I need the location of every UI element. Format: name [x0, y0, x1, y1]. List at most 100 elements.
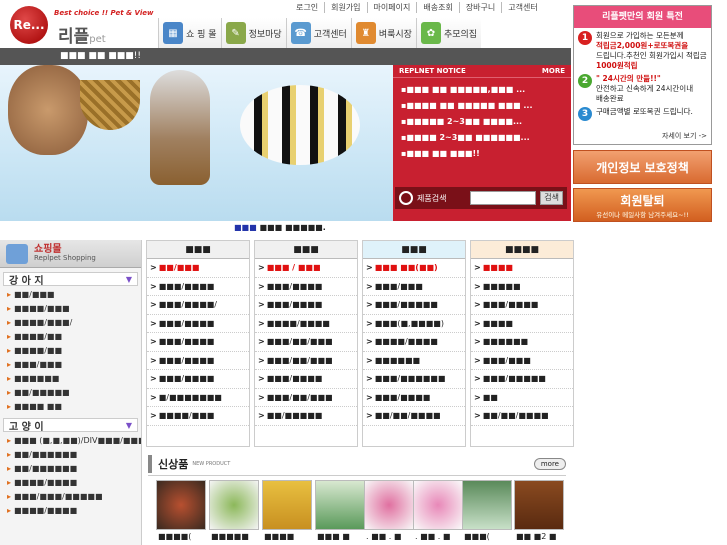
- column-item[interactable]: > ■■■/■■/■■■: [255, 389, 357, 407]
- column-item[interactable]: > ■■■/■■■■: [147, 315, 249, 333]
- column-item[interactable]: > ■■■■/■■■: [147, 407, 249, 426]
- column-item[interactable]: > ■■■ ■■(■■): [363, 259, 465, 278]
- column-item[interactable]: > ■■■/■■■■■■: [363, 370, 465, 389]
- column-item[interactable]: > ■■/■■■: [147, 259, 249, 278]
- column-item[interactable]: > ■■■■■: [471, 278, 573, 296]
- nav-memorial[interactable]: ✿ 추모의집: [415, 18, 482, 48]
- login-link[interactable]: 로그인: [290, 2, 326, 13]
- product-thumbnail[interactable]: [413, 480, 463, 530]
- signup-link[interactable]: 회원가입: [325, 2, 368, 13]
- list-item[interactable]: ■■/■■■: [0, 288, 141, 302]
- product-caption[interactable]: ■■■■(: [158, 532, 191, 541]
- column-item[interactable]: > ■■■■■■: [363, 352, 465, 370]
- search-button[interactable]: 검색: [540, 191, 563, 205]
- product-thumbnail[interactable]: [156, 480, 206, 530]
- benefit-line: 드립니다.추천인 회원가입시 적립금: [596, 51, 707, 60]
- notice-item[interactable]: ▪■■■■ ■■ ■■■■■ ■■■ ...: [401, 101, 567, 110]
- notice-item[interactable]: ▪■■■■■ 2~3■■ ■■■■...: [401, 117, 567, 126]
- column-item[interactable]: > ■■■/■■■■: [255, 278, 357, 296]
- notice-item[interactable]: ▪■■■ ■■ ■■■!!: [401, 149, 567, 158]
- nav-support[interactable]: ☎ 고객센터: [285, 18, 351, 48]
- column-item[interactable]: > ■■: [471, 389, 573, 407]
- product-caption[interactable]: ■■■■■: [211, 532, 249, 541]
- column-item[interactable]: > ■■■■: [471, 315, 573, 333]
- notice-item[interactable]: ▪■■■ ■■ ■■■■■,■■■ ...: [401, 85, 567, 94]
- column-item[interactable]: > ■■■■/■■■■: [255, 315, 357, 333]
- list-item[interactable]: ■■■ (■,■,■■)/DIV■■■/■■■■: [0, 434, 141, 448]
- list-item[interactable]: ■■/■■■■■: [0, 386, 141, 400]
- column-item[interactable]: > ■■■■■■: [471, 333, 573, 352]
- nav-market[interactable]: ♜ 벼룩시장: [350, 18, 416, 48]
- column-item[interactable]: > ■■■/■■■■: [147, 333, 249, 352]
- column-item[interactable]: > ■■■/■■/■■■: [255, 333, 357, 352]
- product-caption[interactable]: ■■■■: [264, 532, 294, 541]
- product-thumbnail[interactable]: [209, 480, 259, 530]
- column-item[interactable]: > ■/■■■■■■■: [147, 389, 249, 407]
- list-item[interactable]: ■■■■/■■■: [0, 302, 141, 316]
- product-thumbnail[interactable]: [462, 480, 512, 530]
- notice-header: REPLNET NOTICE MORE: [393, 65, 571, 78]
- site-logo[interactable]: Re...: [10, 6, 48, 44]
- list-item[interactable]: ■■■■/■■■/: [0, 316, 141, 330]
- column-item[interactable]: > ■■/■■■■■: [255, 407, 357, 426]
- sidebar-subtitle: Replpet Shopping: [34, 254, 96, 262]
- column-item[interactable]: > ■■■/■■■■: [255, 370, 357, 389]
- list-item[interactable]: ■■/■■■■■■: [0, 462, 141, 476]
- list-item[interactable]: ■■■■/■■: [0, 330, 141, 344]
- column-item[interactable]: > ■■■■: [471, 259, 573, 278]
- delivery-link[interactable]: 배송조회: [417, 2, 460, 13]
- more-button[interactable]: more: [533, 457, 566, 470]
- column-item[interactable]: > ■■■(■,■■■■): [363, 315, 465, 333]
- product-caption[interactable]: . ■■ . ■: [415, 532, 450, 541]
- brand-name[interactable]: 리플pet: [58, 22, 106, 47]
- column-item[interactable]: > ■■■/■■■■: [147, 370, 249, 389]
- category-cat[interactable]: 고 양 이 ▼: [3, 418, 138, 433]
- product-thumbnail[interactable]: [262, 480, 312, 530]
- column-item[interactable]: > ■■■/■■■■/: [147, 296, 249, 315]
- column-item[interactable]: > ■■■/■■■■: [471, 296, 573, 315]
- list-item[interactable]: ■■■■■■: [0, 372, 141, 386]
- column-item[interactable]: > ■■■/■■■: [363, 278, 465, 296]
- column-item[interactable]: > ■■■/■■■: [471, 352, 573, 370]
- product-thumbnail[interactable]: [514, 480, 564, 530]
- column-item[interactable]: > ■■■/■■■■: [363, 389, 465, 407]
- column-item[interactable]: > ■■■/■■■■■: [363, 296, 465, 315]
- product-caption[interactable]: ■■■ ■: [317, 532, 350, 541]
- withdraw-membership-banner[interactable]: 회원탈퇴 유선이나 메일사항 남겨주세요~!!: [573, 188, 712, 222]
- mypage-link[interactable]: 마이페이지: [368, 2, 418, 13]
- list-item[interactable]: ■■■■/■■■■: [0, 504, 141, 518]
- product-caption[interactable]: ■■ ■2 ■: [516, 532, 556, 541]
- column-item[interactable]: > ■■■/■■■■■: [471, 370, 573, 389]
- product-thumbnail[interactable]: [364, 480, 414, 530]
- list-item[interactable]: ■■■■ ■■: [0, 400, 141, 414]
- column-item[interactable]: > ■■■/■■■■: [147, 278, 249, 296]
- support-link[interactable]: 고객센터: [502, 2, 543, 13]
- column-item-text: ■■■■: [482, 318, 513, 328]
- product-thumbnail[interactable]: [315, 480, 365, 530]
- column-item[interactable]: > ■■/■■/■■■■: [471, 407, 573, 426]
- category-dog[interactable]: 강 아 지 ▼: [3, 272, 138, 287]
- list-item[interactable]: ■■/■■■■■■: [0, 448, 141, 462]
- column-item[interactable]: > ■■/■■/■■■■: [363, 407, 465, 426]
- product-caption[interactable]: ■■■(: [464, 532, 490, 541]
- list-item[interactable]: ■■■/■■■: [0, 358, 141, 372]
- column-item[interactable]: > ■■■ / ■■■: [255, 259, 357, 278]
- notice-item[interactable]: ▪■■■■ 2~3■■ ■■■■■■...: [401, 133, 567, 142]
- column-item[interactable]: > ■■■/■■/■■■: [255, 352, 357, 370]
- privacy-policy-banner[interactable]: 개인정보 보호정책: [573, 150, 712, 184]
- column-item[interactable]: > ■■■■/■■■■: [363, 333, 465, 352]
- column-item[interactable]: > ■■■/■■■■: [255, 296, 357, 315]
- nav-info[interactable]: ✎ 정보마당: [220, 18, 286, 48]
- search-input[interactable]: [470, 191, 537, 205]
- list-item[interactable]: ■■■■/■■■■: [0, 476, 141, 490]
- product-caption[interactable]: . ■■ . ■: [366, 532, 401, 541]
- list-item[interactable]: ■■■■/■■: [0, 344, 141, 358]
- nav-shop[interactable]: ▦ 쇼 핑 몰: [158, 18, 221, 48]
- cart-link[interactable]: 장바구니: [460, 2, 503, 13]
- list-item[interactable]: ■■■/■■■/■■■■■: [0, 490, 141, 504]
- column-item-text: ■■■ / ■■■: [266, 263, 321, 272]
- column-item[interactable]: > ■■■/■■■■: [147, 352, 249, 370]
- member-benefits-box: 리플펫만의 회원 특전 1 회원으로 가입하는 모든분께 적립금2,000원+로…: [573, 5, 712, 145]
- notice-more-link[interactable]: MORE: [542, 67, 565, 75]
- benefits-more-link[interactable]: 자세이 보기 ->: [662, 131, 707, 141]
